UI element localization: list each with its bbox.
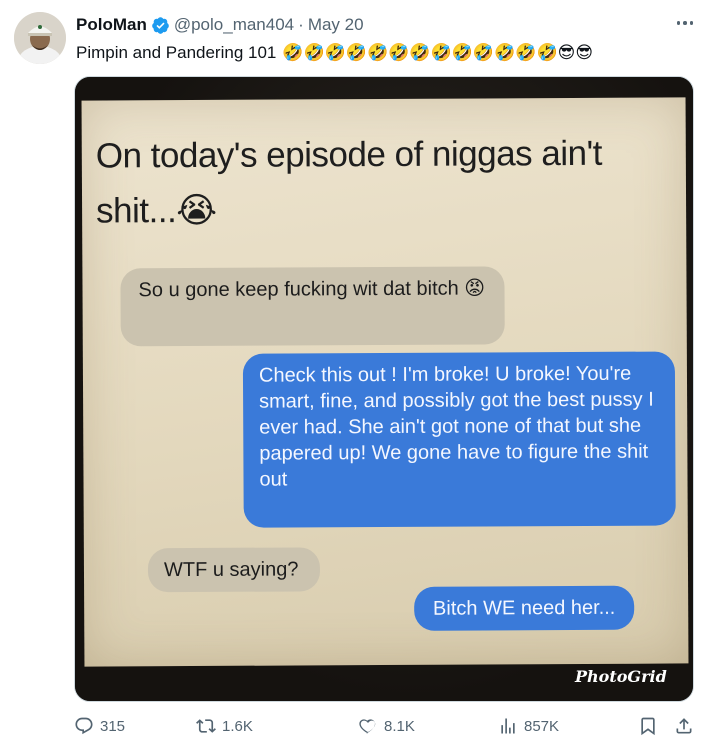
rofl-emoji: 🤣 — [472, 43, 495, 62]
sunglasses-emoji: 😎 — [575, 43, 594, 62]
like-button[interactable]: 8.1K — [358, 712, 415, 740]
bookmark-icon — [638, 716, 658, 736]
sunglasses-emoji: 😎 — [557, 43, 576, 62]
views-count: 857K — [524, 717, 560, 735]
rofl-emoji: 🤣 — [494, 43, 516, 62]
reply-count: 315 — [100, 717, 126, 735]
rofl-emoji: 🤣 — [345, 43, 368, 62]
rofl-emoji: 🤣 — [515, 43, 537, 62]
rofl-emoji: 🤣 — [303, 43, 325, 62]
rofl-emoji: 🤣 — [409, 43, 431, 62]
avatar[interactable] — [14, 12, 66, 64]
views-icon — [498, 716, 518, 736]
repost-button[interactable]: 1.6K — [196, 712, 253, 740]
display-name[interactable]: PoloMan — [76, 15, 147, 35]
phone-screen-photo: On today's episode of niggas ain't shit.… — [81, 97, 689, 667]
sent-message-bubble: Bitch WE need her... — [414, 585, 635, 631]
rofl-emoji: 🤣 — [367, 43, 389, 62]
rofl-emoji: 🤣 — [282, 43, 304, 62]
repost-count: 1.6K — [222, 717, 253, 735]
tweet-header: PoloMan @polo_man404 · May 20 — [76, 14, 364, 36]
tweet-actions: 315 1.6K 8.1K 857K — [74, 712, 704, 740]
share-button[interactable] — [674, 712, 694, 740]
photogrid-watermark: PhotoGrid — [575, 667, 667, 686]
tweet-date[interactable]: May 20 — [308, 15, 364, 35]
verified-badge-icon[interactable] — [151, 16, 170, 35]
more-options-icon[interactable] — [670, 10, 700, 36]
separator-dot: · — [298, 15, 304, 34]
repost-icon — [196, 716, 216, 736]
tweet-emojis: 🤣 🤣 🤣 🤣 🤣 🤣 🤣 🤣 🤣 🤣 🤣 🤣 🤣 😎 😎 — [282, 43, 593, 63]
rofl-emoji: 🤣 — [324, 43, 346, 62]
screenshot-headline: On today's episode of niggas ain't shit.… — [95, 133, 603, 231]
reply-button[interactable]: 315 — [74, 712, 125, 740]
received-message-bubble: So u gone keep fucking wit dat bitch 😡 — [120, 266, 505, 347]
reply-icon — [74, 716, 94, 736]
tweet-media[interactable]: On today's episode of niggas ain't shit.… — [74, 76, 694, 702]
bookmark-button[interactable] — [638, 712, 658, 740]
rofl-emoji: 🤣 — [536, 43, 558, 62]
like-count: 8.1K — [384, 717, 415, 735]
views-button[interactable]: 857K — [498, 712, 559, 740]
rofl-emoji: 🤣 — [451, 43, 473, 62]
rofl-emoji: 🤣 — [430, 43, 452, 62]
share-icon — [674, 716, 694, 736]
received-message-bubble: WTF u saying? — [147, 547, 321, 593]
tweet-text-body: Pimpin and Pandering 101 — [76, 43, 277, 62]
sent-message-bubble: Check this out ! I'm broke! U broke! You… — [242, 351, 676, 528]
tweet-text: Pimpin and Pandering 101 🤣 🤣 🤣 🤣 🤣 🤣 🤣 🤣… — [76, 40, 593, 66]
rofl-emoji: 🤣 — [388, 43, 410, 62]
handle[interactable]: @polo_man404 — [174, 15, 294, 35]
avatar-image — [14, 12, 66, 64]
heart-icon — [358, 716, 378, 736]
